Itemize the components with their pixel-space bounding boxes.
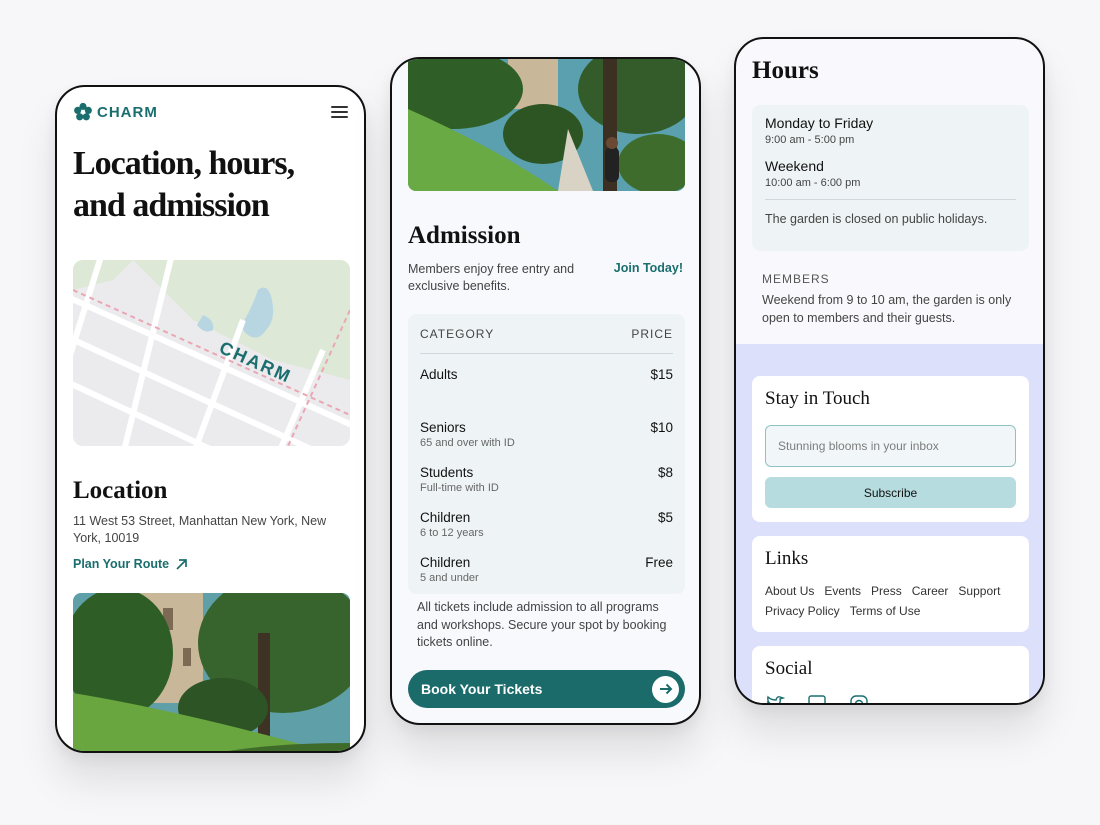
flower-icon	[74, 102, 92, 121]
category-header: CATEGORY	[420, 326, 495, 341]
phone-location: CHARM Location, hours, and admission CHA…	[55, 85, 366, 753]
arrow-up-right-icon	[176, 558, 187, 570]
table-row: Children 5 and under Free	[420, 545, 673, 590]
social-card: Social	[752, 646, 1029, 703]
link-career[interactable]: Career	[912, 584, 949, 598]
row-category: Adults	[420, 367, 458, 382]
closed-note: The garden is closed on public holidays.	[765, 212, 988, 226]
row-price: $15	[650, 367, 673, 382]
row-category: Students	[420, 465, 474, 480]
brand-name: CHARM	[97, 103, 158, 121]
linkedin-icon[interactable]	[807, 694, 827, 703]
phone-hours: Hours Monday to Friday 9:00 am - 5:00 pm…	[734, 37, 1045, 705]
hours-heading: Hours	[752, 57, 819, 84]
hours-card: Monday to Friday 9:00 am - 5:00 pm Weeke…	[752, 105, 1029, 251]
price-table: CATEGORY PRICE Adults $15 Seniors 65 and…	[408, 314, 685, 594]
members-label: MEMBERS	[762, 272, 830, 286]
twitter-icon[interactable]	[765, 694, 786, 703]
row-price: $8	[657, 465, 673, 480]
plan-route-label: Plan Your Route	[73, 557, 170, 571]
top-nav: CHARM	[73, 99, 348, 125]
garden-path-photo	[408, 59, 685, 191]
plan-route-link[interactable]: Plan Your Route	[73, 557, 188, 571]
phone-admission: Admission Members enjoy free entry and e…	[390, 57, 701, 725]
weekday-time: 9:00 am - 5:00 pm	[765, 134, 855, 146]
row-subtext: Full-time with ID	[420, 482, 499, 494]
book-tickets-label: Book Your Tickets	[421, 681, 543, 697]
hamburger-menu-icon[interactable]	[331, 106, 348, 118]
social-heading: Social	[765, 658, 813, 679]
brand-logo[interactable]: CHARM	[73, 102, 158, 122]
weekend-time: 10:00 am - 6:00 pm	[765, 177, 861, 189]
table-row: Adults $15	[420, 354, 673, 410]
row-category: Seniors	[420, 420, 466, 435]
garden-photo	[73, 593, 350, 751]
row-subtext: 6 to 12 years	[420, 527, 484, 539]
row-subtext: 5 and under	[420, 572, 479, 584]
admission-heading: Admission	[408, 222, 521, 249]
email-input[interactable]	[765, 425, 1016, 467]
weekday-label: Monday to Friday	[765, 115, 874, 131]
row-category: Children	[420, 510, 471, 525]
row-price: $10	[650, 420, 673, 435]
table-row: Seniors 65 and over with ID $10	[420, 410, 673, 455]
instagram-icon[interactable]	[849, 694, 869, 703]
link-press[interactable]: Press	[871, 584, 902, 598]
ticket-note: All tickets include admission to all pro…	[417, 600, 667, 649]
admission-description: Members enjoy free entry and exclusive b…	[408, 262, 575, 293]
members-text: Weekend from 9 to 10 am, the garden is o…	[762, 293, 1012, 325]
table-row: Students Full-time with ID $8	[420, 455, 673, 500]
link-privacy-policy[interactable]: Privacy Policy	[765, 604, 840, 618]
subscribe-button[interactable]: Subscribe	[765, 477, 1016, 508]
row-category: Children	[420, 555, 471, 570]
page-title: Location, hours, and admission	[73, 145, 295, 224]
link-about-us[interactable]: About Us	[765, 584, 814, 598]
row-price: $5	[657, 510, 673, 525]
link-terms-of-use[interactable]: Terms of Use	[850, 604, 921, 618]
divider	[765, 199, 1016, 200]
book-tickets-button[interactable]: Book Your Tickets	[408, 670, 685, 708]
links-card: Links About Us Events Press Career Suppo…	[752, 536, 1029, 632]
location-map[interactable]: CHARM	[73, 260, 350, 446]
link-events[interactable]: Events	[824, 584, 861, 598]
address-text: 11 West 53 Street, Manhattan New York, N…	[73, 514, 327, 545]
location-heading: Location	[73, 477, 168, 504]
table-header: CATEGORY PRICE	[420, 314, 673, 354]
join-today-link[interactable]: Join Today!	[614, 261, 683, 275]
links-heading: Links	[765, 548, 809, 569]
footer-links: About Us Events Press Career Support Pri…	[765, 584, 1016, 618]
row-price: Free	[645, 555, 673, 570]
row-subtext: 65 and over with ID	[420, 437, 515, 449]
table-row: Children 6 to 12 years $5	[420, 500, 673, 545]
stay-in-touch-heading: Stay in Touch	[765, 388, 870, 409]
arrow-right-icon	[652, 675, 679, 703]
link-support[interactable]: Support	[958, 584, 1000, 598]
map-graphic: CHARM	[73, 260, 350, 446]
newsletter-card: Stay in Touch Subscribe	[752, 376, 1029, 522]
weekend-label: Weekend	[765, 158, 824, 174]
social-icons	[765, 694, 1016, 703]
price-header: PRICE	[631, 326, 673, 341]
